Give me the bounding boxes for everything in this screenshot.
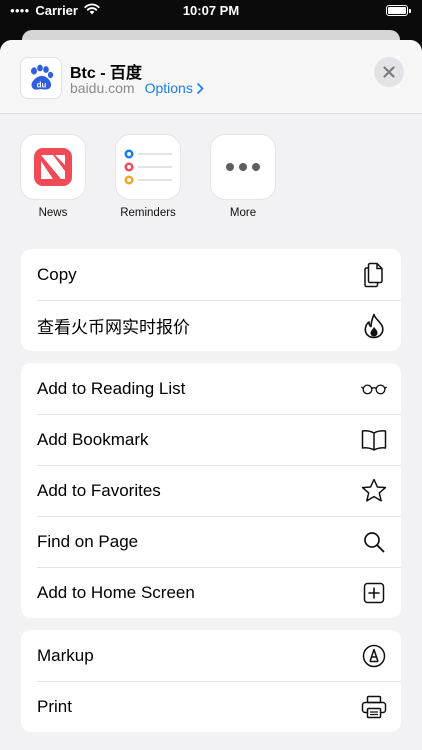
markup-icon — [361, 643, 387, 669]
app-row: News Reminders More — [0, 114, 422, 248]
close-icon — [383, 66, 395, 78]
row-label: Print — [37, 696, 72, 716]
app-reminders[interactable]: Reminders — [115, 135, 181, 219]
reminders-icon — [116, 135, 180, 199]
options-button[interactable]: Options — [145, 80, 204, 96]
chevron-right-icon — [197, 82, 204, 94]
row-label: Add to Reading List — [37, 378, 186, 398]
action-group-1: Copy 查看火币网实时报价 — [21, 249, 401, 351]
flame-icon — [361, 313, 387, 339]
svg-text:du: du — [37, 81, 47, 90]
plus-square-icon — [361, 580, 387, 606]
printer-icon — [361, 694, 387, 720]
app-label: Reminders — [120, 207, 176, 219]
close-button[interactable] — [374, 57, 404, 87]
copy-row[interactable]: Copy — [21, 249, 401, 300]
baidu-logo-icon: du — [20, 57, 62, 99]
app-news[interactable]: News — [20, 135, 86, 219]
favorites-row[interactable]: Add to Favorites — [21, 465, 401, 516]
row-label: 查看火币网实时报价 — [37, 318, 190, 337]
action-group-2: Add to Reading List Add Bookmark Add to … — [21, 363, 401, 618]
search-icon — [361, 529, 387, 555]
site-subtitle: baidu.com Options — [70, 80, 204, 96]
status-bar: ●●●● Carrier 10:07 PM — [0, 0, 422, 22]
app-label: News — [38, 207, 68, 219]
row-label: Copy — [37, 264, 77, 284]
status-time: 10:07 PM — [182, 3, 240, 18]
copy-icon — [361, 262, 387, 288]
action-group-3: Markup Print — [21, 630, 401, 732]
home-screen-row[interactable]: Add to Home Screen — [21, 567, 401, 618]
print-row[interactable]: Print — [21, 681, 401, 732]
options-label: Options — [144, 80, 193, 96]
find-on-page-row[interactable]: Find on Page — [21, 516, 401, 567]
battery-icon — [386, 5, 411, 16]
row-label: Markup — [37, 645, 94, 665]
row-label: Add to Home Screen — [37, 582, 195, 602]
row-label: Add to Favorites — [37, 480, 161, 500]
more-icon — [211, 135, 275, 199]
bookmark-row[interactable]: Add Bookmark — [21, 414, 401, 465]
app-label: More — [229, 207, 257, 219]
markup-row[interactable]: Markup — [21, 630, 401, 681]
site-domain: baidu.com — [70, 80, 135, 96]
row-label: Add Bookmark — [37, 429, 149, 449]
share-header: du Btc - 百度 baidu.com Options — [0, 40, 422, 114]
book-icon — [361, 427, 387, 453]
glasses-icon — [361, 376, 387, 402]
reading-list-row[interactable]: Add to Reading List — [21, 363, 401, 414]
share-sheet: du Btc - 百度 baidu.com Options News Remin… — [0, 40, 422, 750]
star-icon — [361, 478, 387, 504]
row-label: Find on Page — [37, 531, 139, 551]
quote-row[interactable]: 查看火币网实时报价 — [21, 300, 401, 351]
news-icon — [21, 135, 85, 199]
app-more[interactable]: More — [210, 135, 276, 219]
